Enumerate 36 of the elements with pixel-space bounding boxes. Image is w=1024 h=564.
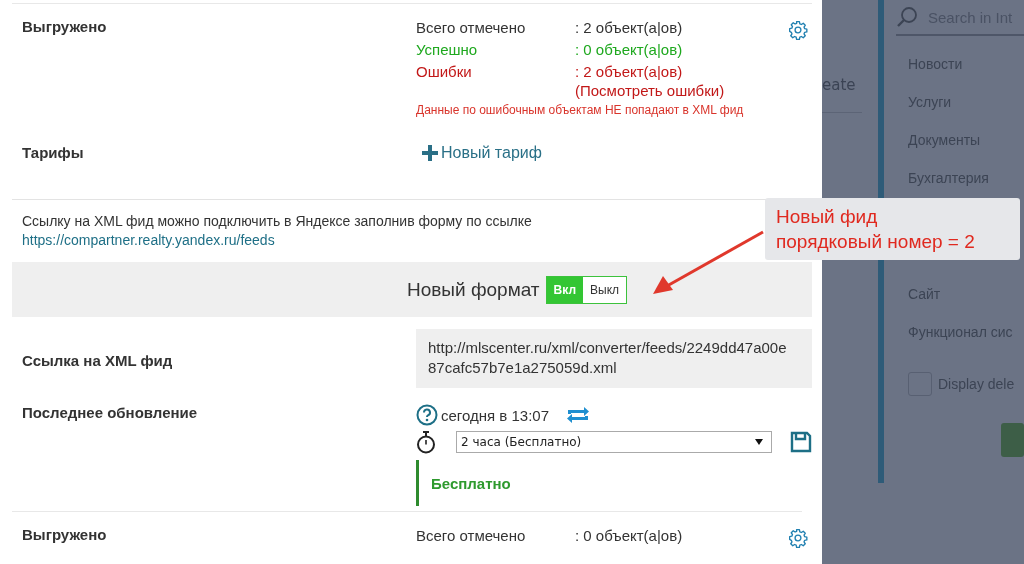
stat-label: Ошибки (416, 62, 473, 82)
field-label: Ссылка на XML фид (22, 352, 174, 369)
field-label: Последнее обновление (22, 404, 199, 423)
new-tariff-link[interactable]: Новый тариф (422, 144, 542, 162)
feed-url-field[interactable]: http://mlscenter.ru/xml/converter/feeds/2249dd47a00e87cafc57b7e1a275059d.xml (416, 329, 812, 388)
stat-value: : 0 объект(а|ов) (575, 40, 683, 59)
format-label: Новый формат (406, 278, 540, 301)
stat-value: : 2 объект(а|ов) (575, 18, 683, 37)
stat-value: : 2 объект(а|ов) (575, 62, 683, 81)
stat-value: : 0 объект(а|ов) (575, 526, 683, 545)
annotation-text: Новый фид (776, 205, 879, 229)
search-icon (896, 6, 918, 28)
save-icon[interactable] (790, 431, 812, 453)
interval-select[interactable]: 2 часа (Бесплатно) (456, 431, 772, 453)
warning-text: Данные по ошибочным объектам НЕ попадают в XML фид (416, 103, 745, 117)
dropdown-caret-icon (755, 439, 763, 445)
update-time: сегодня в 13:07 (441, 406, 549, 424)
field-label: Выгружено (22, 526, 108, 545)
stat-label: Успешно (416, 40, 479, 59)
settings-icon[interactable] (788, 528, 808, 548)
annotation-text: порядковый номер = 2 (776, 230, 976, 254)
toggle-option[interactable]: Выкл (583, 276, 627, 303)
refresh-icon[interactable] (566, 405, 590, 425)
plan-name: Бесплатно (431, 474, 511, 492)
stat-label: Всего отмечено (416, 526, 527, 545)
toggle-option[interactable]: Вкл (546, 276, 584, 303)
field-label: Тарифы (22, 144, 85, 161)
stat-label: Всего отмечено (416, 18, 527, 37)
field-label: Выгружено (22, 18, 108, 37)
stopwatch-icon (416, 430, 436, 454)
yandex-feeds-link[interactable]: https://compartner.realty.yandex.ru/feeds (22, 232, 275, 248)
help-icon[interactable] (416, 404, 438, 426)
view-errors-link[interactable]: (Посмотреть ошибки) (575, 81, 725, 100)
plus-icon (422, 145, 438, 161)
settings-icon[interactable] (788, 20, 808, 40)
format-toggle[interactable]: Вкл Выкл (545, 275, 628, 304)
